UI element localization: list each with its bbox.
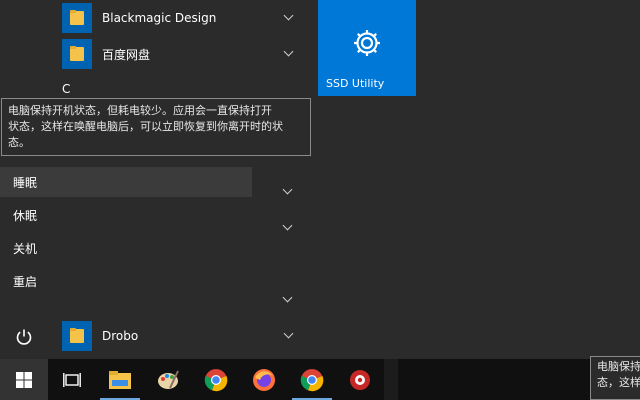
app-item-baidu-netdisk[interactable]: 百度网盘	[62, 38, 302, 70]
chevron-down-icon[interactable]	[283, 10, 294, 21]
chevron-down-icon[interactable]	[282, 292, 293, 303]
folder-icon	[62, 3, 92, 33]
taskbar	[0, 359, 640, 400]
power-menu: 睡眠 休眠 关机 重启	[0, 160, 252, 300]
tooltip-line: 状态，这样在唤醒电脑后，可以立即恢复到你离开时的状态。	[8, 120, 283, 149]
app-label: 百度网盘	[102, 47, 151, 62]
chrome-icon	[204, 368, 228, 391]
section-letter-header[interactable]: C	[62, 82, 70, 96]
taskbar-chrome-canary[interactable]	[288, 359, 336, 400]
paint-icon	[158, 370, 179, 389]
chevron-down-icon[interactable]	[282, 184, 293, 195]
tile-label: SSD Utility	[326, 77, 385, 90]
taskbar-separator	[384, 359, 398, 400]
tooltip-line: 态，这样	[597, 376, 640, 389]
taskbar-chrome[interactable]	[192, 359, 240, 400]
app-item-blackmagic-design[interactable]: Blackmagic Design	[62, 2, 302, 34]
app-label: Blackmagic Design	[102, 11, 217, 25]
app-label: Drobo	[102, 329, 139, 343]
start-button[interactable]	[0, 359, 48, 400]
power-option-sleep[interactable]: 睡眠	[0, 167, 252, 197]
task-view-icon	[63, 372, 81, 387]
taskbar-firefox[interactable]	[240, 359, 288, 400]
taskbar-file-explorer[interactable]	[96, 359, 144, 400]
tooltip-line: 电脑保持	[597, 360, 640, 373]
tooltip-line: 电脑保持开机状态，但耗电较少。应用会一直保持打开	[8, 104, 272, 117]
firefox-icon	[253, 368, 275, 391]
chevron-down-icon[interactable]	[283, 328, 294, 339]
folder-icon	[62, 321, 92, 351]
folder-icon	[62, 39, 92, 69]
power-option-shutdown[interactable]: 关机	[0, 233, 252, 263]
power-button[interactable]	[8, 321, 40, 353]
task-view-button[interactable]	[48, 359, 96, 400]
chrome-canary-icon	[300, 368, 324, 391]
power-option-restart[interactable]: 重启	[0, 266, 252, 296]
power-option-hibernate[interactable]: 休眠	[0, 200, 252, 230]
power-icon	[16, 329, 32, 345]
taskbar-paint[interactable]	[144, 359, 192, 400]
app-icon	[350, 369, 370, 390]
windows-logo-icon	[16, 371, 32, 388]
ssd-utility-tile[interactable]: SSD Utility	[318, 0, 416, 96]
tray-tooltip: 电脑保持 态，这样	[590, 356, 640, 400]
file-explorer-icon	[109, 370, 131, 389]
chevron-down-icon[interactable]	[282, 220, 293, 231]
chevron-down-icon[interactable]	[283, 46, 294, 57]
app-item-drobo[interactable]: Drobo	[62, 320, 302, 352]
gear-icon	[354, 30, 380, 56]
taskbar-app[interactable]	[336, 359, 384, 400]
sleep-tooltip: 电脑保持开机状态，但耗电较少。应用会一直保持打开 状态，这样在唤醒电脑后，可以立…	[1, 98, 311, 156]
